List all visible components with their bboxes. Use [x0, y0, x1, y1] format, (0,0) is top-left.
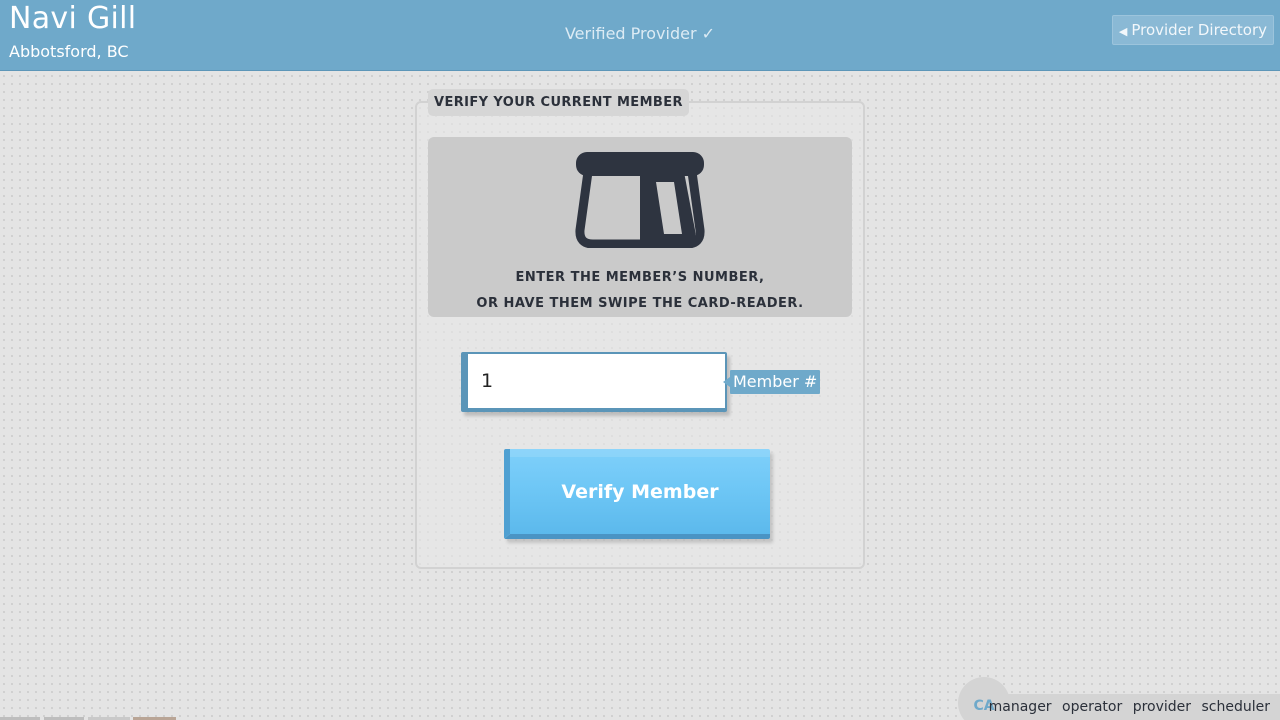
role-link-manager[interactable]: manager: [989, 699, 1052, 715]
provider-directory-button[interactable]: ◀ Provider Directory: [1111, 15, 1274, 45]
panel-title: VERIFY YOUR CURRENT MEMBER: [428, 89, 689, 116]
instruction-line-1: ENTER THE MEMBER’S NUMBER,: [515, 270, 765, 285]
verify-member-button[interactable]: Verify Member: [504, 449, 770, 539]
member-input-frame: [461, 352, 727, 412]
member-number-label: Member #: [722, 370, 821, 394]
provider-directory-label: Provider Directory: [1131, 21, 1267, 39]
back-arrow-icon: ◀: [1118, 25, 1128, 38]
card-reader-icon: [575, 152, 705, 248]
verify-member-label: Verify Member: [561, 480, 719, 503]
verified-provider-badge: Verified Provider ✓: [564, 24, 716, 43]
role-links: manager operator provider scheduler: [983, 698, 1270, 716]
role-link-operator[interactable]: operator: [1062, 699, 1122, 715]
instruction-line-2: OR HAVE THEM SWIPE THE CARD-READER.: [476, 296, 804, 311]
role-link-scheduler[interactable]: scheduler: [1202, 699, 1271, 715]
header-bar: Navi Gill Abbotsford, BC Verified Provid…: [0, 0, 1280, 71]
member-number-input[interactable]: [468, 354, 725, 408]
role-link-provider[interactable]: provider: [1133, 699, 1191, 715]
button-highlight: [510, 449, 770, 457]
